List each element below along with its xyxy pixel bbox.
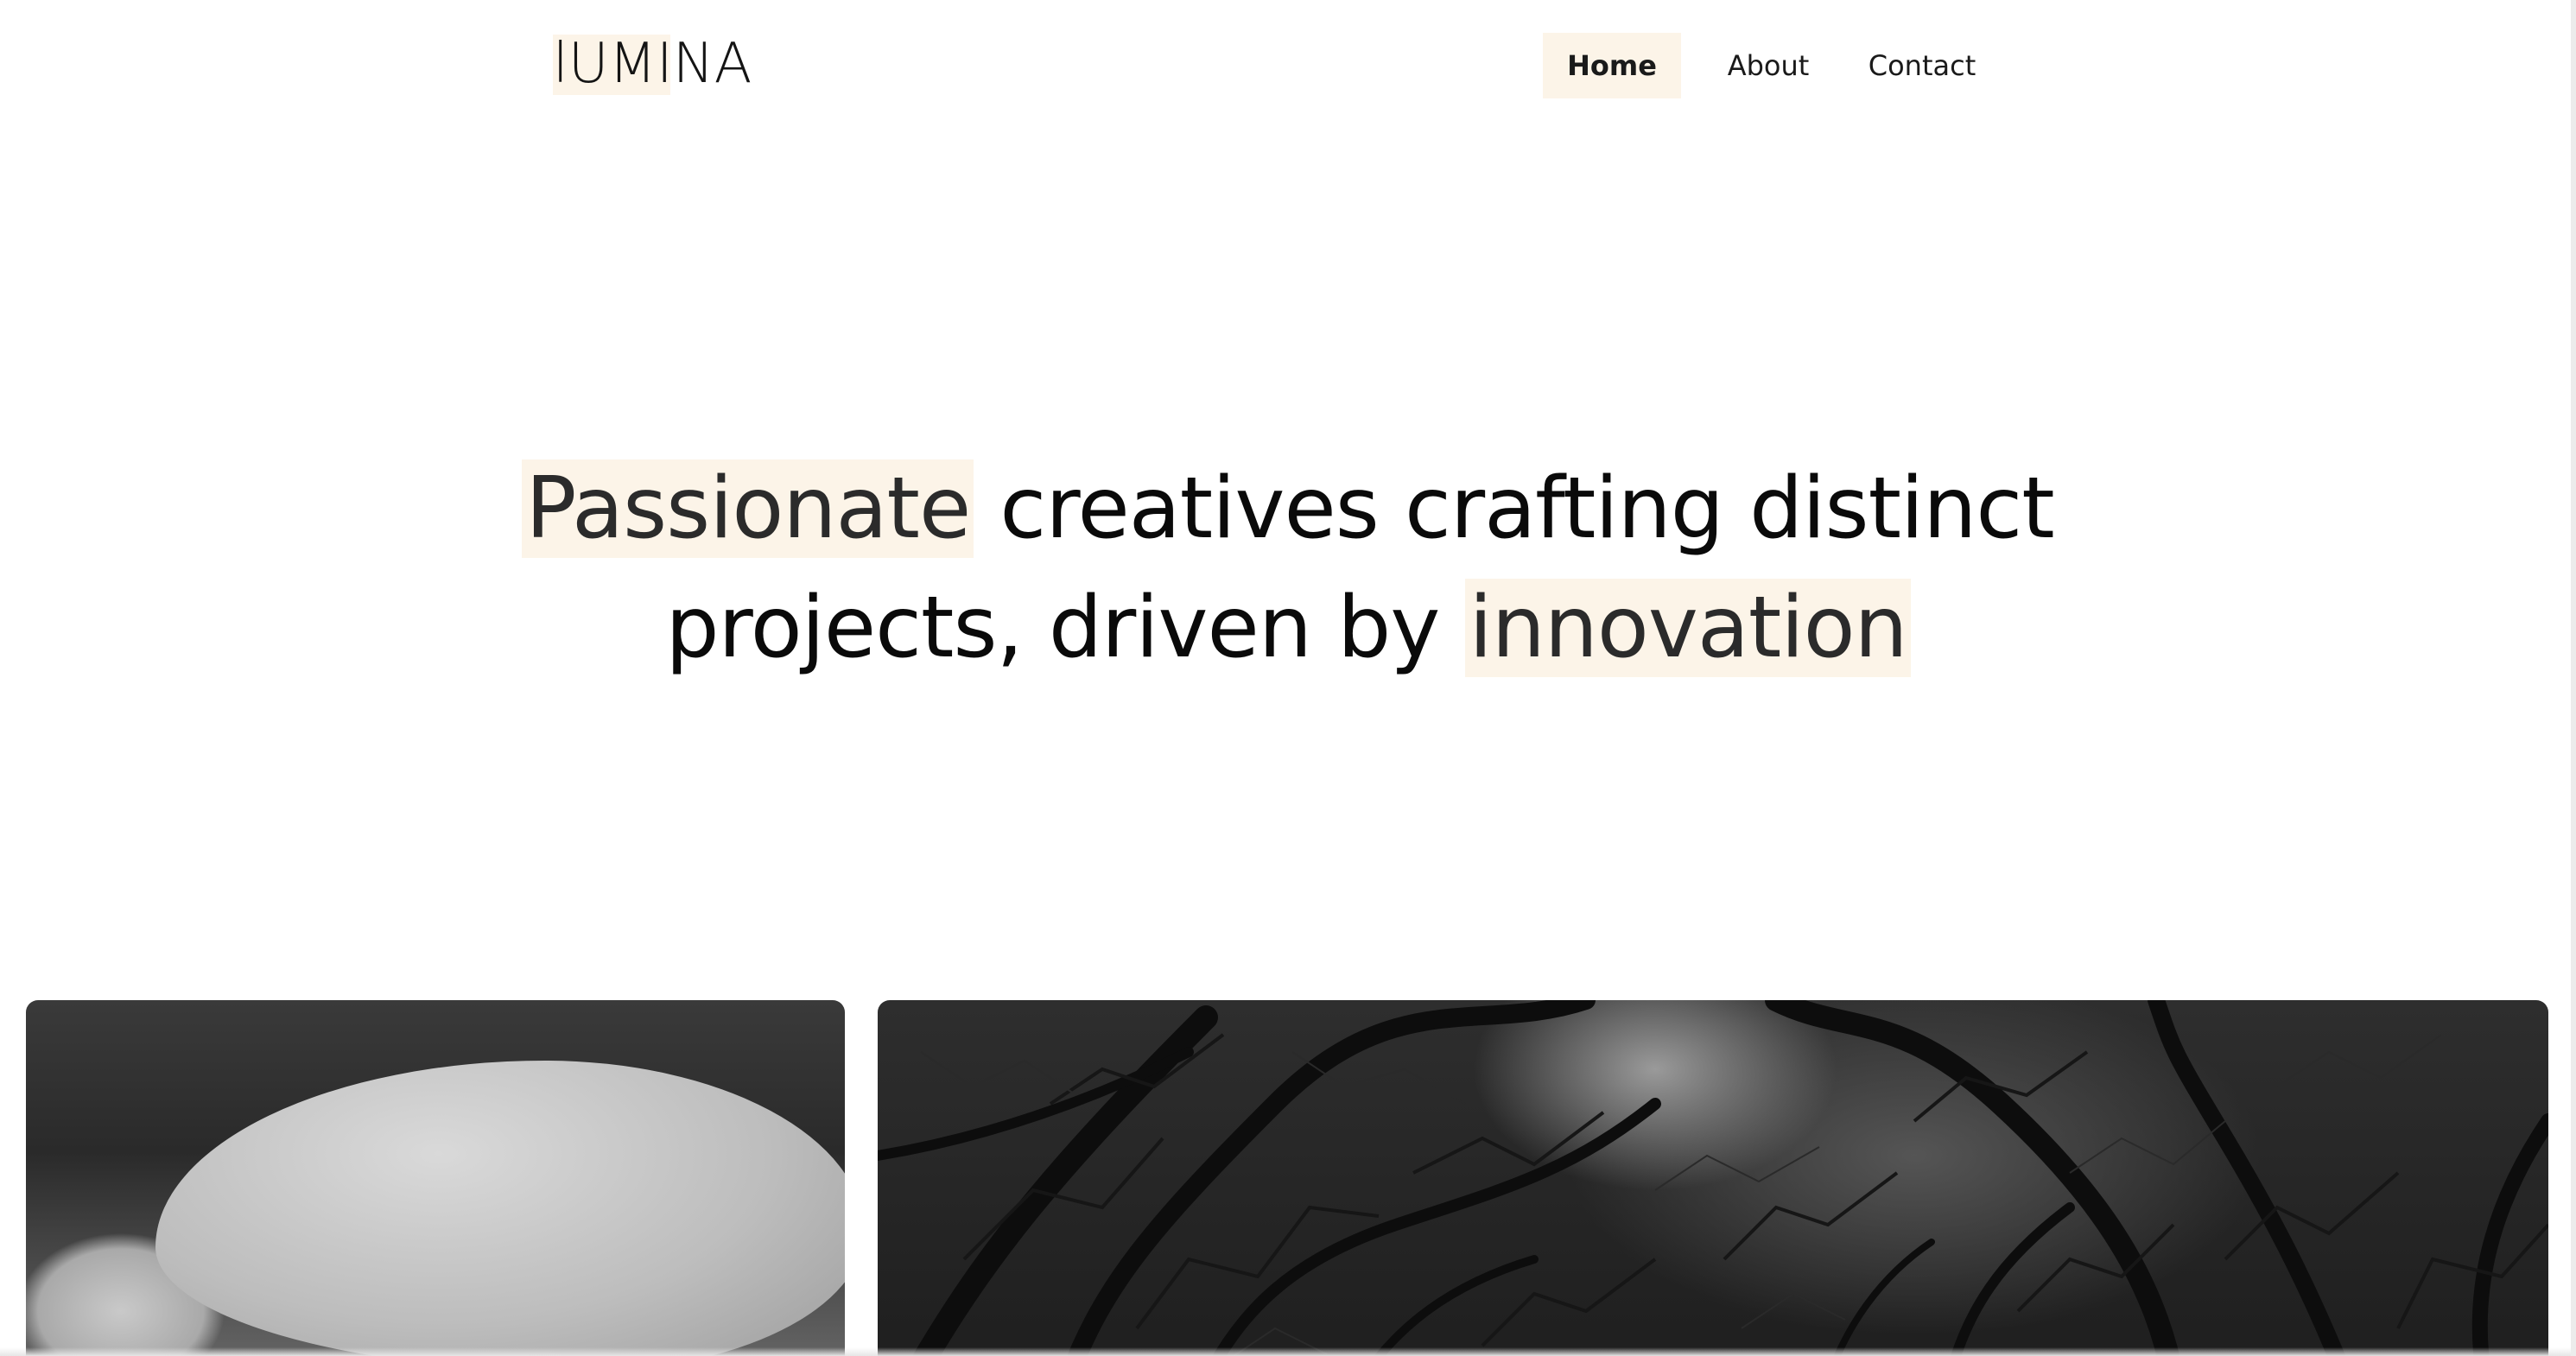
main-nav: Home About Contact xyxy=(1543,33,1995,98)
nav-contact-link[interactable]: Contact xyxy=(1849,33,1995,98)
branches-illustration xyxy=(878,1000,2548,1356)
site-logo[interactable]: lUMINA xyxy=(553,31,752,97)
hero-highlight-innovation: innovation xyxy=(1465,579,1911,677)
gallery-image-petal[interactable] xyxy=(26,1000,845,1356)
hero-line-2: projects, driven by innovation xyxy=(0,568,2576,688)
nav-about-link[interactable]: About xyxy=(1704,33,1833,98)
gallery-image-branches[interactable] xyxy=(878,1000,2548,1356)
hero-line-1-text: creatives crafting distinct xyxy=(974,459,2054,558)
hero-line-1: Passionate creatives crafting distinct xyxy=(0,449,2576,568)
hero-line-2-text: projects, driven by xyxy=(665,579,1466,677)
bottom-shadow xyxy=(0,1347,2576,1356)
nav-home-link[interactable]: Home xyxy=(1543,33,1681,98)
hero-highlight-passionate: Passionate xyxy=(522,459,974,558)
petal-shape xyxy=(155,1061,845,1356)
scrollbar-track[interactable] xyxy=(2571,0,2576,1356)
hero-heading: Passionate creatives crafting distinct p… xyxy=(0,449,2576,688)
